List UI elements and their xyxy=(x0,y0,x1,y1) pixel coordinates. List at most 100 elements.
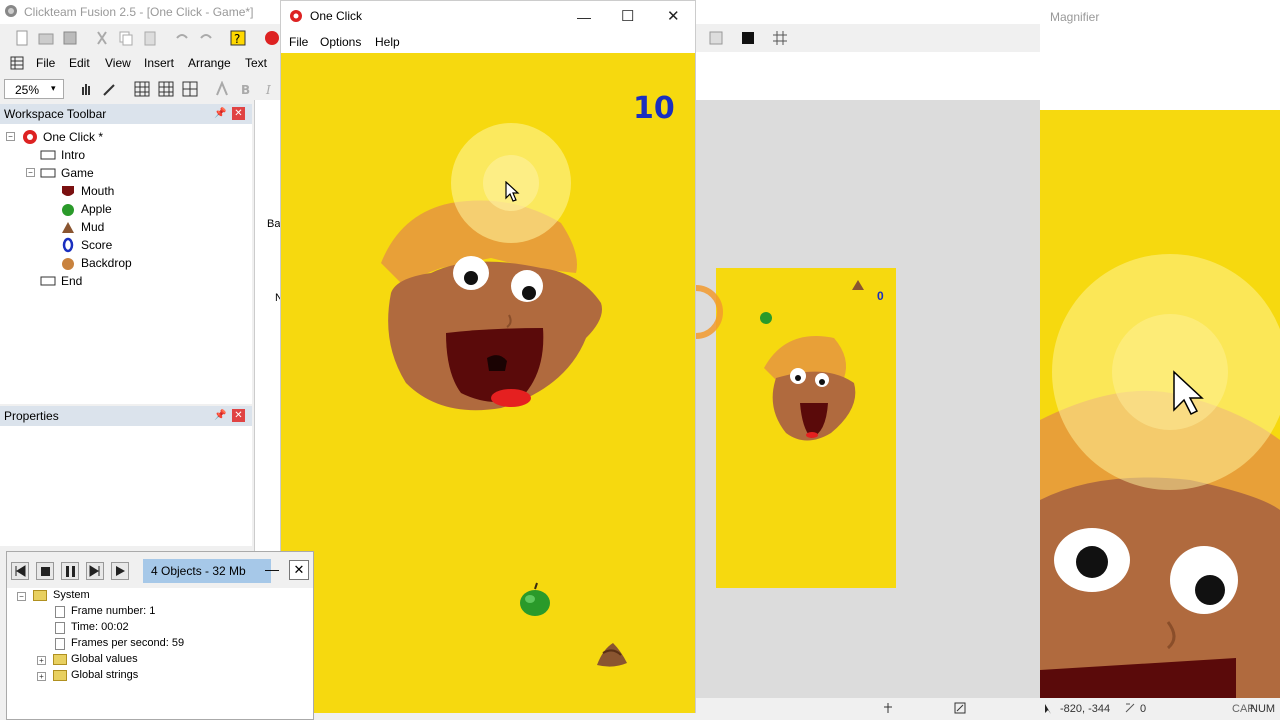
frame-preview-art xyxy=(760,280,864,441)
debugger-object-count: 4 Objects - 32 Mb xyxy=(143,559,271,583)
pin-icon[interactable]: 📌 xyxy=(214,410,226,422)
workspace-header: Workspace Toolbar 📌 ✕ xyxy=(0,104,252,124)
open-file-icon[interactable] xyxy=(38,30,54,46)
tree-item-object-mud[interactable]: Mud xyxy=(0,218,252,236)
cut-icon[interactable] xyxy=(94,30,110,46)
frame-icon xyxy=(40,276,56,286)
menu-file[interactable]: File xyxy=(36,56,55,70)
tree-item-frame-game[interactable]: − Game xyxy=(0,164,252,182)
close-icon[interactable]: ✕ xyxy=(289,560,309,580)
restart-button[interactable] xyxy=(11,562,29,580)
save-icon[interactable] xyxy=(62,30,78,46)
svg-text:B: B xyxy=(241,83,250,97)
grid-setup-icon[interactable] xyxy=(182,81,198,97)
step-icon xyxy=(89,565,100,577)
properties-title: Properties xyxy=(4,409,59,423)
num-lock-indicator: NUM xyxy=(1250,703,1276,715)
run-application-icon[interactable] xyxy=(264,30,280,46)
dbg-tree-global-values[interactable]: + Global values xyxy=(7,652,313,668)
bold-icon[interactable]: B xyxy=(238,81,254,97)
magnified-left-pupil xyxy=(1076,546,1108,578)
left-pupil xyxy=(464,271,478,285)
redo-icon[interactable] xyxy=(198,30,214,46)
step-button[interactable] xyxy=(86,562,104,580)
frame-preview[interactable]: 0 xyxy=(716,268,896,588)
dbg-frame-number: Frame number: 1 xyxy=(71,605,156,617)
new-file-icon[interactable] xyxy=(14,30,30,46)
close-icon[interactable]: ✕ xyxy=(232,107,245,120)
tree-item-object-mouth[interactable]: Mouth xyxy=(0,182,252,200)
collapse-icon[interactable]: − xyxy=(6,132,15,141)
collapse-icon[interactable]: − xyxy=(17,592,26,601)
zoom-select[interactable]: 25% ▾ xyxy=(4,79,64,99)
pause-button[interactable] xyxy=(61,562,79,580)
tree-item-app[interactable]: − One Click * xyxy=(0,128,252,146)
mini-score: 0 xyxy=(877,289,884,303)
game-canvas[interactable]: 10 xyxy=(281,53,695,713)
dbg-tree-frame-number[interactable]: Frame number: 1 xyxy=(7,604,313,620)
folder-icon xyxy=(53,654,67,665)
help-icon[interactable]: ? xyxy=(230,30,246,46)
expand-icon[interactable]: + xyxy=(37,672,46,681)
dbg-tree-time[interactable]: Time: 00:02 xyxy=(7,620,313,636)
italic-icon[interactable]: I xyxy=(262,81,278,97)
copy-icon[interactable] xyxy=(118,30,134,46)
hand-tool-icon[interactable] xyxy=(78,81,94,97)
svg-text:?: ? xyxy=(234,32,240,46)
properties-panel: Properties 📌 ✕ xyxy=(0,406,252,546)
game-title-bar: One Click — ☐ ✕ xyxy=(281,1,695,31)
dbg-tree-fps[interactable]: Frames per second: 59 xyxy=(7,636,313,652)
close-icon[interactable]: ✕ xyxy=(667,7,680,25)
undo-icon[interactable] xyxy=(174,30,190,46)
expand-icon[interactable]: + xyxy=(37,656,46,665)
menu-text[interactable]: Text xyxy=(245,56,267,70)
backdrop-icon xyxy=(62,258,74,270)
app-logo-icon xyxy=(5,5,17,17)
value-icon xyxy=(55,622,65,634)
chevron-down-icon: ▾ xyxy=(51,83,56,93)
toolbar-icon[interactable] xyxy=(708,30,724,46)
menu-insert[interactable]: Insert xyxy=(144,56,174,70)
stop-icon xyxy=(41,567,50,576)
tree-item-object-score[interactable]: Score xyxy=(0,236,252,254)
tree-item-object-apple[interactable]: Apple xyxy=(0,200,252,218)
game-app-icon xyxy=(290,10,302,22)
wand-tool-icon[interactable] xyxy=(102,81,118,97)
dbg-tree-global-strings[interactable]: + Global strings xyxy=(7,668,313,684)
menu-grid-icon[interactable] xyxy=(10,56,24,70)
minimize-icon[interactable]: — xyxy=(577,9,591,25)
object-label: Score xyxy=(81,238,113,252)
magnified-right-pupil xyxy=(1195,575,1225,605)
text-tool-icon[interactable] xyxy=(214,81,230,97)
tree-item-frame-end[interactable]: End xyxy=(0,272,252,290)
menu-edit[interactable]: Edit xyxy=(69,56,90,70)
close-icon[interactable]: ✕ xyxy=(232,409,245,422)
status-bar: -820, -344 0 CAP NUM xyxy=(696,698,1280,720)
magnified-glow-inner xyxy=(1112,314,1228,430)
dbg-tree-system[interactable]: − System xyxy=(7,588,313,604)
tree-item-frame-intro[interactable]: Intro xyxy=(0,146,252,164)
stop-button[interactable] xyxy=(36,562,54,580)
stop-icon[interactable] xyxy=(740,30,756,46)
maximize-icon[interactable]: ☐ xyxy=(621,7,634,25)
tree-item-object-backdrop[interactable]: Backdrop xyxy=(0,254,252,272)
game-menu-options[interactable]: Options xyxy=(320,35,361,49)
game-menu-file[interactable]: File xyxy=(289,35,308,49)
layout-icon[interactable] xyxy=(772,30,788,46)
cursor-coordinates: -820, -344 xyxy=(1060,703,1111,715)
game-menu-help[interactable]: Help xyxy=(375,35,400,49)
menu-arrange[interactable]: Arrange xyxy=(188,56,231,70)
show-grid-icon[interactable] xyxy=(134,81,150,97)
snap-grid-icon[interactable] xyxy=(158,81,174,97)
game-menu-bar: File Options Help xyxy=(281,31,695,53)
magnifier-view xyxy=(1040,110,1280,708)
minimize-icon[interactable]: — xyxy=(265,561,279,577)
paste-icon[interactable] xyxy=(142,30,158,46)
pin-icon[interactable]: 📌 xyxy=(214,108,226,120)
dbg-system-label: System xyxy=(53,589,90,601)
collapse-icon[interactable]: − xyxy=(26,168,35,177)
game-window-title: One Click xyxy=(310,9,363,23)
play-button[interactable] xyxy=(111,562,129,580)
menu-view[interactable]: View xyxy=(105,56,131,70)
workspace-title: Workspace Toolbar xyxy=(4,107,107,121)
